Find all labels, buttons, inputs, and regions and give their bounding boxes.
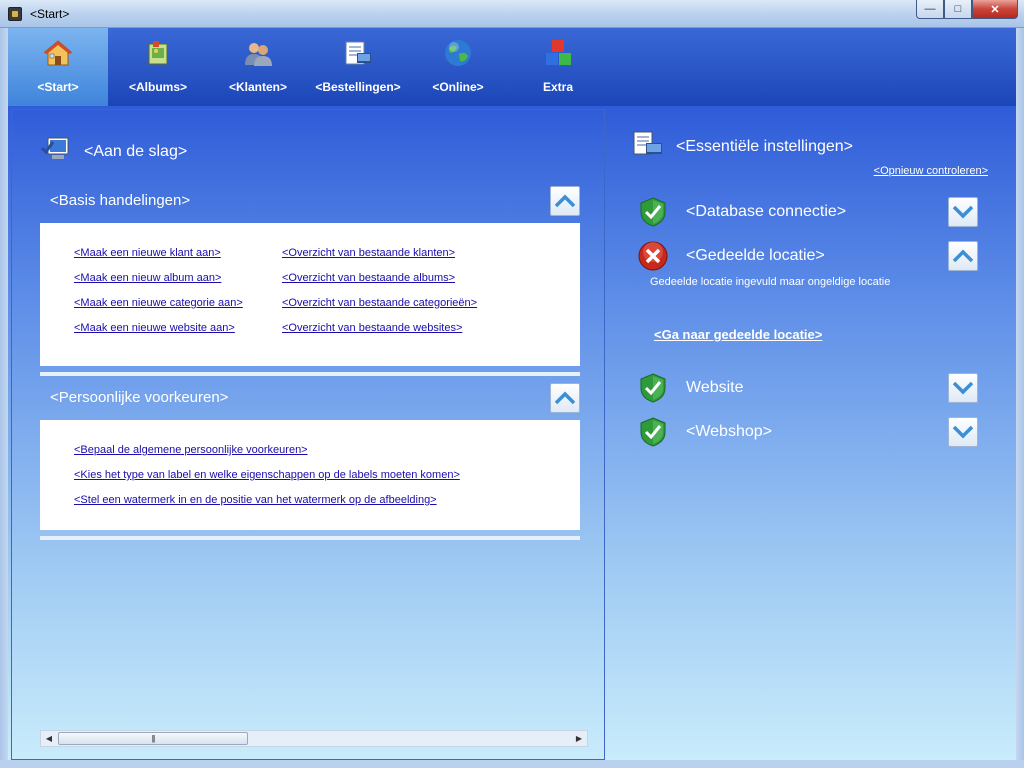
minimize-button[interactable]: — (916, 0, 944, 19)
globe-icon (443, 38, 473, 68)
check-shared-location-label: <Gedeelde locatie> (686, 247, 825, 264)
window-frame-bottom (0, 760, 1024, 768)
essential-settings-header: <Essentiële instellingen> (632, 130, 853, 163)
chevron-up-icon (952, 249, 974, 263)
main-toolbar: <Start> <Albums> <Klanten> <Bestellingen… (8, 28, 1016, 106)
horizontal-scrollbar[interactable]: ◀ ||| ▶ (40, 730, 588, 747)
shield-check-icon (640, 197, 666, 227)
tab-bestellingen[interactable]: <Bestellingen> (308, 28, 408, 106)
check-website-expand-button[interactable] (948, 373, 978, 403)
link-new-customer[interactable]: <Maak een nieuwe klant aan> (74, 247, 221, 259)
check-website-label: Website (686, 379, 744, 396)
basic-actions-title: <Basis handelingen> (50, 192, 191, 209)
personal-preferences-box: <Bepaal de algemene persoonlijke voorkeu… (40, 420, 580, 530)
link-overview-customers[interactable]: <Overzicht van bestaande klanten> (282, 247, 455, 259)
home-icon (43, 38, 73, 68)
tab-start[interactable]: <Start> (8, 28, 108, 106)
tab-online[interactable]: <Online> (408, 28, 508, 106)
close-button[interactable]: ✕ (972, 0, 1018, 19)
basic-actions-collapse-button[interactable] (550, 186, 580, 216)
maximize-button[interactable]: □ (944, 0, 972, 19)
check-webshop-label: <Webshop> (686, 423, 772, 440)
shield-check-icon (640, 417, 666, 447)
essential-settings-title: <Essentiële instellingen> (676, 137, 854, 155)
tab-albums-label: <Albums> (128, 80, 188, 94)
check-shared-location: <Gedeelde locatie> (638, 241, 825, 271)
divider (40, 536, 580, 540)
link-label-type[interactable]: <Kies het type van label en welke eigens… (74, 469, 460, 481)
checklist-computer-icon (40, 136, 70, 167)
orders-icon (343, 38, 373, 68)
tab-bestellingen-label: <Bestellingen> (315, 80, 401, 94)
getting-started-header: <Aan de slag> (40, 136, 187, 167)
error-x-icon (638, 241, 668, 271)
getting-started-title: <Aan de slag> (84, 142, 188, 160)
check-shared-location-collapse-button[interactable] (948, 241, 978, 271)
scroll-left-arrow-icon[interactable]: ◀ (41, 731, 57, 746)
link-overview-websites[interactable]: <Overzicht van bestaande websites> (282, 322, 462, 334)
tab-klanten-label: <Klanten> (228, 80, 288, 94)
window-title: <Start> (30, 7, 70, 21)
chevron-up-icon (554, 194, 576, 208)
link-watermark[interactable]: <Stel een watermerk in en de positie van… (74, 494, 437, 506)
link-new-website[interactable]: <Maak een nieuwe website aan> (74, 322, 235, 334)
settings-computer-icon (632, 130, 664, 163)
divider (40, 372, 580, 376)
link-new-album[interactable]: <Maak een nieuw album aan> (74, 272, 221, 284)
window-frame-left (0, 28, 8, 768)
scroll-thumb[interactable]: ||| (58, 732, 248, 745)
tab-online-label: <Online> (432, 80, 484, 94)
customers-icon (243, 38, 273, 68)
check-database-label: <Database connectie> (686, 203, 847, 220)
link-overview-albums[interactable]: <Overzicht van bestaande albums> (282, 272, 455, 284)
window-frame-right (1016, 28, 1024, 768)
link-overview-categories[interactable]: <Overzicht van bestaande categorieën> (282, 297, 477, 309)
window-controls: — □ ✕ (916, 0, 1018, 20)
tab-extra-label: Extra (542, 80, 574, 94)
check-webshop-expand-button[interactable] (948, 417, 978, 447)
link-new-category[interactable]: <Maak een nieuwe categorie aan> (74, 297, 243, 309)
tab-extra[interactable]: Extra (508, 28, 608, 106)
basic-actions-box: <Maak een nieuwe klant aan> <Maak een ni… (40, 223, 580, 366)
blocks-icon (543, 38, 573, 68)
title-bar: <Start> — □ ✕ (0, 0, 1024, 28)
tab-klanten[interactable]: <Klanten> (208, 28, 308, 106)
scroll-right-arrow-icon[interactable]: ▶ (571, 731, 587, 746)
album-icon (143, 38, 173, 68)
check-webshop: <Webshop> (638, 417, 772, 447)
recheck-link[interactable]: <Opnieuw controleren> (874, 165, 988, 177)
chevron-up-icon (554, 391, 576, 405)
getting-started-panel: <Aan de slag> <Basis handelingen> <Maak … (11, 109, 605, 760)
personal-preferences-collapse-button[interactable] (550, 383, 580, 413)
personal-preferences-title: <Persoonlijke voorkeuren> (50, 389, 229, 406)
check-website: Website (638, 373, 744, 403)
chevron-down-icon (952, 205, 974, 219)
app-icon (8, 7, 22, 21)
shared-location-error-message: Gedeelde locatie ingevuld maar ongeldige… (650, 276, 891, 288)
check-database: <Database connectie> (638, 197, 846, 227)
goto-shared-location-link[interactable]: <Ga naar gedeelde locatie> (654, 327, 822, 342)
check-database-expand-button[interactable] (948, 197, 978, 227)
shield-check-icon (640, 373, 666, 403)
essential-settings-panel: <Essentiële instellingen> <Opnieuw contr… (612, 106, 1016, 760)
chevron-down-icon (952, 425, 974, 439)
tab-albums[interactable]: <Albums> (108, 28, 208, 106)
content-area: <Aan de slag> <Basis handelingen> <Maak … (8, 106, 1016, 760)
link-general-preferences[interactable]: <Bepaal de algemene persoonlijke voorkeu… (74, 444, 308, 456)
tab-start-label: <Start> (37, 80, 79, 94)
chevron-down-icon (952, 381, 974, 395)
